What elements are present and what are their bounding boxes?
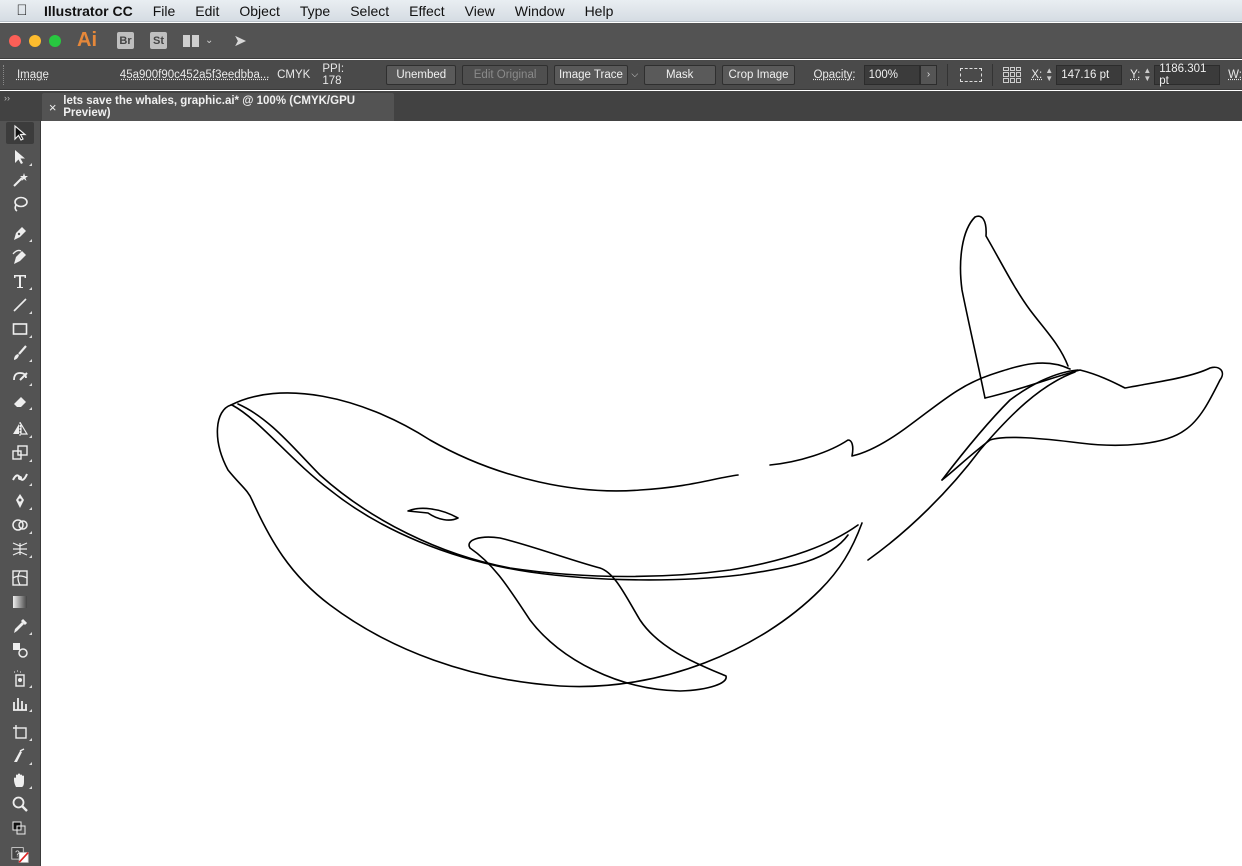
chevron-down-icon[interactable]: ⌵	[628, 69, 642, 80]
artboard-align-icon[interactable]	[960, 67, 983, 82]
zoom-tool[interactable]	[6, 793, 34, 815]
selection-type-link[interactable]: Image	[17, 69, 97, 81]
tools-panel: ?	[0, 121, 41, 866]
scale-tool[interactable]	[6, 442, 34, 464]
bridge-button[interactable]: Br	[117, 32, 134, 49]
close-tab-icon[interactable]: ×	[42, 100, 63, 115]
eraser-tool[interactable]	[6, 390, 34, 412]
mask-button[interactable]: Mask	[643, 64, 716, 85]
w-label[interactable]: W:	[1228, 69, 1242, 81]
unembed-button[interactable]: Unembed	[386, 64, 457, 85]
artboard-canvas[interactable]	[42, 121, 1242, 866]
reference-point-icon[interactable]	[1003, 66, 1022, 83]
opacity-label[interactable]: Opacity:	[813, 69, 855, 81]
opacity-menu-button[interactable]: ›	[919, 64, 938, 85]
hand-tool[interactable]	[6, 769, 34, 791]
perspective-grid-tool[interactable]	[6, 538, 34, 560]
document-tab[interactable]: × lets save the whales, graphic.ai* @ 10…	[42, 93, 394, 121]
shaper-tool[interactable]	[6, 366, 34, 388]
rotate-tool[interactable]	[6, 418, 34, 440]
control-panel: Image 45a900f90c452a5f3eedbba... CMYK PP…	[0, 60, 1242, 90]
symbol-sprayer-tool[interactable]	[6, 668, 34, 690]
crop-image-button[interactable]: Crop Image	[721, 64, 796, 85]
y-stepper[interactable]: ▲ ▼	[1140, 65, 1154, 85]
selection-tool[interactable]	[6, 122, 34, 144]
app-menu[interactable]: Illustrator CC	[44, 3, 133, 19]
shape-builder-tool[interactable]	[6, 514, 34, 536]
menu-bar:  Illustrator CC File Edit Object Type S…	[0, 0, 1242, 22]
artboard-tool[interactable]	[6, 721, 34, 743]
lasso-tool[interactable]	[6, 193, 34, 215]
whale-line-art[interactable]	[42, 121, 1242, 866]
edit-original-button: Edit Original	[462, 64, 548, 85]
menu-effect[interactable]: Effect	[409, 3, 445, 19]
menu-select[interactable]: Select	[350, 3, 389, 19]
zoom-window-button[interactable]	[49, 34, 61, 47]
curvature-tool[interactable]	[6, 246, 34, 268]
menu-help[interactable]: Help	[585, 3, 614, 19]
application-bar: Ai Br St ⌄ ➤	[0, 23, 1242, 59]
panel-grip[interactable]	[3, 64, 9, 85]
y-label[interactable]: Y:	[1130, 69, 1140, 81]
mesh-tool[interactable]	[6, 567, 34, 589]
divider	[947, 63, 949, 86]
menu-view[interactable]: View	[465, 3, 495, 19]
y-position-input[interactable]: 1186.301 pt	[1154, 63, 1221, 87]
fill-stroke-swatch[interactable]: ?	[6, 845, 34, 865]
eyedropper-tool[interactable]	[6, 615, 34, 637]
x-label[interactable]: X:	[1031, 69, 1042, 81]
line-segment-tool[interactable]	[6, 294, 34, 316]
puppet-warp-tool[interactable]	[6, 490, 34, 512]
arrange-documents-icon[interactable]	[183, 34, 199, 47]
ppi-label: PPI: 178	[322, 62, 345, 87]
menu-object[interactable]: Object	[239, 3, 279, 19]
document-title: lets save the whales, graphic.ai* @ 100%…	[63, 95, 356, 119]
menu-type[interactable]: Type	[300, 3, 330, 19]
close-window-button[interactable]	[9, 34, 21, 47]
opacity-input[interactable]: 100%	[863, 64, 920, 85]
menu-window[interactable]: Window	[515, 3, 565, 19]
menu-file[interactable]: File	[153, 3, 176, 19]
x-stepper[interactable]: ▲ ▼	[1042, 65, 1056, 85]
minimize-window-button[interactable]	[29, 34, 41, 47]
stock-button[interactable]: St	[150, 32, 167, 49]
blend-tool[interactable]	[6, 639, 34, 661]
gradient-tool[interactable]	[6, 591, 34, 613]
color-mode-label: CMYK	[277, 68, 311, 81]
default-fill-stroke-icon[interactable]	[6, 821, 34, 837]
column-graph-tool[interactable]	[6, 692, 34, 714]
slice-tool[interactable]	[6, 745, 34, 767]
direct-selection-tool[interactable]	[6, 146, 34, 168]
x-position-input[interactable]: 147.16 pt	[1056, 64, 1123, 85]
rectangle-tool[interactable]	[6, 318, 34, 340]
document-tab-bar: ›› × lets save the whales, graphic.ai* @…	[0, 91, 1242, 121]
apple-icon[interactable]: 	[0, 2, 44, 19]
chevron-down-icon[interactable]: ⌄	[205, 35, 213, 46]
divider	[992, 63, 994, 86]
linked-file-name[interactable]: 45a900f90c452a5f3eedbba...	[120, 69, 269, 81]
menu-edit[interactable]: Edit	[195, 3, 219, 19]
illustrator-logo: Ai	[77, 29, 97, 51]
type-tool[interactable]	[6, 270, 34, 292]
collapse-panels-icon[interactable]: ››	[4, 93, 10, 103]
magic-wand-tool[interactable]	[6, 169, 34, 191]
pen-tool[interactable]	[6, 222, 34, 244]
paintbrush-tool[interactable]	[6, 342, 34, 364]
gpu-performance-icon[interactable]: ➤	[233, 31, 246, 51]
width-tool[interactable]	[6, 466, 34, 488]
image-trace-button[interactable]: Image Trace	[553, 64, 628, 85]
